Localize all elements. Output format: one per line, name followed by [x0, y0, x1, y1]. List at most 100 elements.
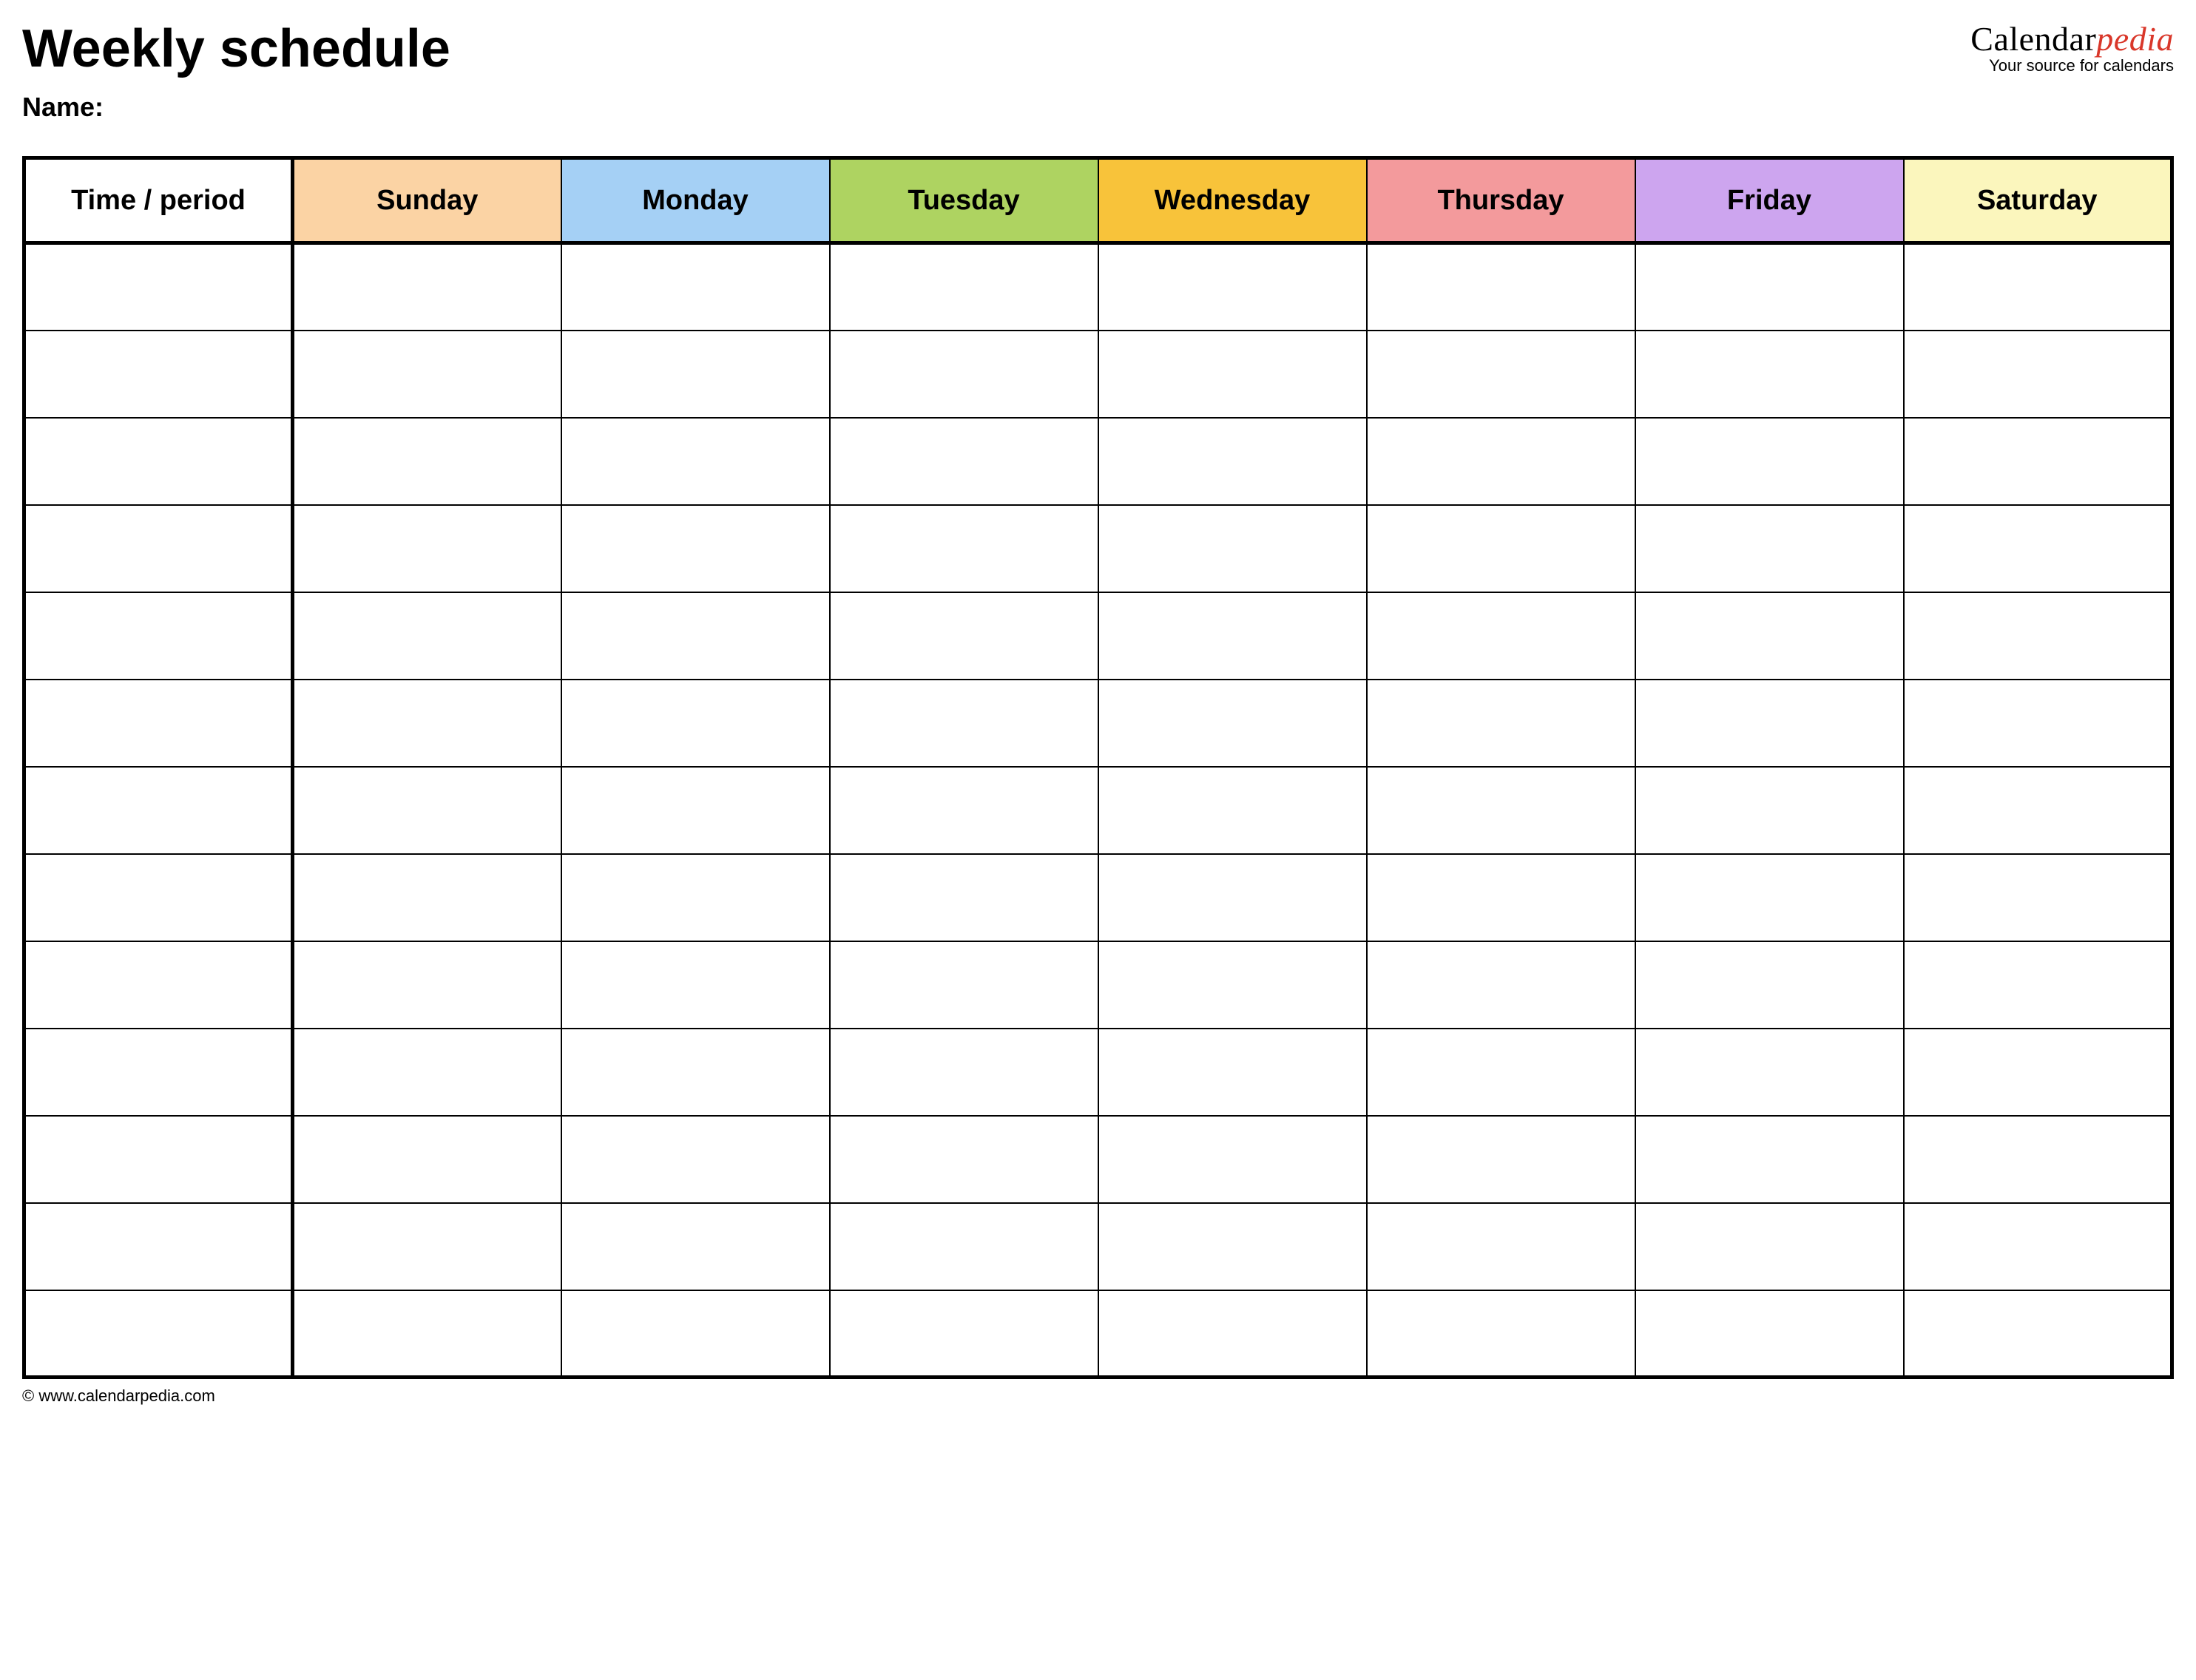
table-row [24, 418, 2172, 505]
schedule-cell [293, 1203, 561, 1290]
schedule-cell [1904, 505, 2172, 592]
schedule-cell [1098, 1029, 1367, 1116]
schedule-cell [1367, 1029, 1635, 1116]
schedule-cell [1367, 767, 1635, 854]
schedule-cell [1367, 1116, 1635, 1203]
schedule-cell [293, 418, 561, 505]
schedule-cell [561, 505, 830, 592]
schedule-cell [830, 1029, 1098, 1116]
schedule-cell [1904, 767, 2172, 854]
schedule-cell [561, 1029, 830, 1116]
schedule-cell [561, 1203, 830, 1290]
table-row [24, 243, 2172, 331]
schedule-cell [1367, 505, 1635, 592]
time-cell [24, 418, 293, 505]
col-header-sunday: Sunday [293, 158, 561, 243]
schedule-cell [1367, 1203, 1635, 1290]
schedule-cell [1904, 941, 2172, 1029]
time-cell [24, 1029, 293, 1116]
schedule-cell [1635, 1116, 1904, 1203]
schedule-cell [1635, 1290, 1904, 1378]
col-header-thursday: Thursday [1367, 158, 1635, 243]
col-header-wednesday: Wednesday [1098, 158, 1367, 243]
table-row [24, 1203, 2172, 1290]
page-title: Weekly schedule [22, 22, 450, 75]
name-label: Name: [22, 92, 2174, 123]
schedule-cell [1635, 505, 1904, 592]
schedule-cell [830, 767, 1098, 854]
schedule-cell [1904, 1116, 2172, 1203]
schedule-cell [1904, 243, 2172, 331]
table-row [24, 941, 2172, 1029]
table-row [24, 592, 2172, 680]
schedule-cell [830, 1116, 1098, 1203]
schedule-cell [561, 1116, 830, 1203]
schedule-cell [1904, 680, 2172, 767]
time-cell [24, 331, 293, 418]
schedule-cell [1635, 592, 1904, 680]
schedule-cell [1904, 854, 2172, 941]
page: Weekly schedule Calendarpedia Your sourc… [22, 22, 2174, 1406]
schedule-cell [830, 680, 1098, 767]
schedule-cell [293, 505, 561, 592]
schedule-cell [1635, 767, 1904, 854]
col-header-saturday: Saturday [1904, 158, 2172, 243]
schedule-cell [561, 767, 830, 854]
schedule-cell [1367, 331, 1635, 418]
time-cell [24, 592, 293, 680]
col-header-friday: Friday [1635, 158, 1904, 243]
schedule-cell [830, 243, 1098, 331]
schedule-cell [293, 592, 561, 680]
schedule-cell [1098, 418, 1367, 505]
schedule-cell [293, 243, 561, 331]
schedule-cell [830, 505, 1098, 592]
schedule-cell [1904, 1203, 2172, 1290]
table-row [24, 1116, 2172, 1203]
schedule-cell [1635, 680, 1904, 767]
table-row [24, 505, 2172, 592]
schedule-cell [1098, 680, 1367, 767]
brand-tagline: Your source for calendars [1970, 58, 2174, 74]
schedule-cell [561, 331, 830, 418]
schedule-cell [561, 854, 830, 941]
schedule-cell [293, 767, 561, 854]
schedule-cell [293, 680, 561, 767]
schedule-cell [1635, 418, 1904, 505]
time-cell [24, 243, 293, 331]
schedule-cell [1635, 331, 1904, 418]
time-cell [24, 941, 293, 1029]
brand-part1: Calendar [1970, 20, 2096, 58]
schedule-cell [1098, 1116, 1367, 1203]
schedule-cell [293, 1290, 561, 1378]
schedule-cell [1367, 854, 1635, 941]
schedule-cell [1635, 243, 1904, 331]
schedule-cell [1098, 505, 1367, 592]
table-row [24, 1029, 2172, 1116]
time-cell [24, 1203, 293, 1290]
table-row [24, 767, 2172, 854]
schedule-cell [830, 941, 1098, 1029]
schedule-cell [830, 592, 1098, 680]
schedule-cell [293, 941, 561, 1029]
schedule-cell [1367, 680, 1635, 767]
schedule-cell [1098, 941, 1367, 1029]
brand-logo: Calendarpedia [1970, 22, 2174, 56]
schedule-cell [293, 854, 561, 941]
brand-block: Calendarpedia Your source for calendars [1970, 22, 2174, 74]
schedule-cell [293, 1029, 561, 1116]
schedule-cell [1635, 1029, 1904, 1116]
time-cell [24, 680, 293, 767]
table-row [24, 331, 2172, 418]
schedule-cell [1635, 854, 1904, 941]
schedule-cell [1904, 1290, 2172, 1378]
header-row: Time / period Sunday Monday Tuesday Wedn… [24, 158, 2172, 243]
schedule-cell [293, 1116, 561, 1203]
schedule-cell [830, 1290, 1098, 1378]
schedule-cell [830, 331, 1098, 418]
schedule-cell [1904, 331, 2172, 418]
time-cell [24, 1290, 293, 1378]
schedule-cell [1098, 854, 1367, 941]
schedule-cell [830, 854, 1098, 941]
col-header-time: Time / period [24, 158, 293, 243]
brand-part2: pedia [2096, 20, 2174, 58]
